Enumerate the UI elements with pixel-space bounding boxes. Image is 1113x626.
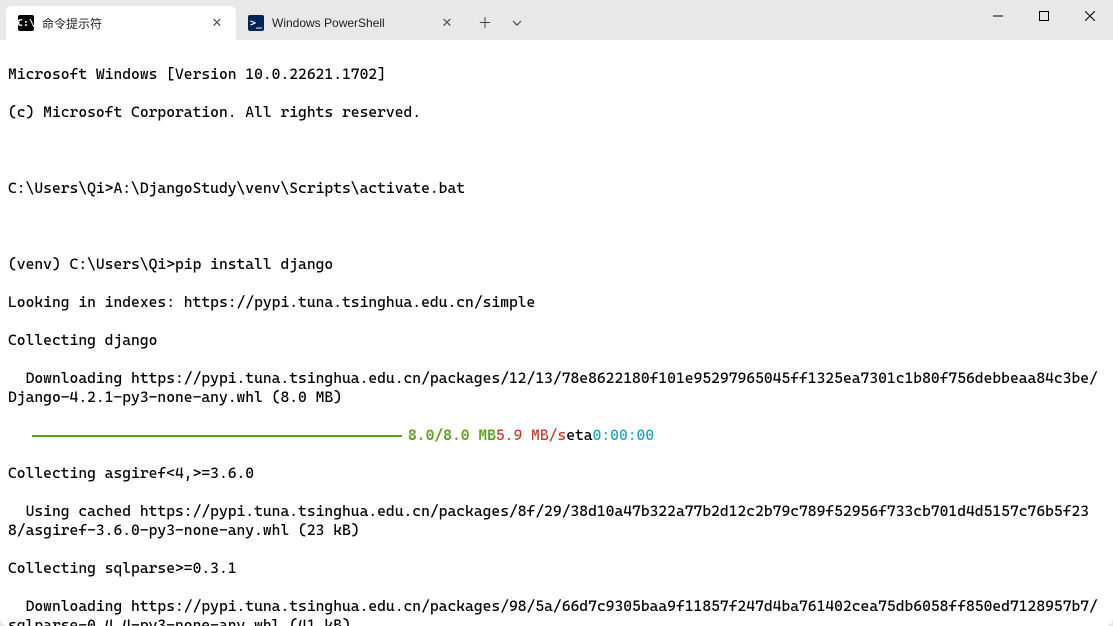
window-controls <box>975 0 1113 32</box>
output-line: Using cached https://pypi.tuna.tsinghua.… <box>8 502 1105 540</box>
tab-title: Windows PowerShell <box>272 16 430 30</box>
close-tab-icon[interactable]: ✕ <box>208 14 226 32</box>
titlebar: C:\ 命令提示符 ✕ >_ Windows PowerShell ✕ ＋ <box>0 0 1113 40</box>
new-tab-button[interactable]: ＋ <box>470 9 500 37</box>
output-line: Downloading https://pypi.tuna.tsinghua.e… <box>8 597 1105 626</box>
close-window-button[interactable] <box>1067 0 1113 32</box>
tab-cmd[interactable]: C:\ 命令提示符 ✕ <box>6 6 236 40</box>
output-line: Collecting django <box>8 331 1105 350</box>
output-line: Downloading https://pypi.tuna.tsinghua.e… <box>8 369 1105 407</box>
tab-strip: C:\ 命令提示符 ✕ >_ Windows PowerShell ✕ ＋ <box>6 0 532 40</box>
new-tab-group: ＋ <box>470 6 532 40</box>
progress-size: 8.0/8.0 MB <box>408 426 496 445</box>
terminal-output[interactable]: Microsoft Windows [Version 10.0.22621.17… <box>0 40 1113 626</box>
prompt-line: C:\Users\Qi>A:\DjangoStudy\venv\Scripts\… <box>8 179 1105 198</box>
progress-speed: 5.9 MB/s <box>496 426 566 445</box>
tab-dropdown-button[interactable] <box>502 9 532 37</box>
cmd-icon: C:\ <box>18 15 34 31</box>
output-line: Collecting asgiref<4,>=3.6.0 <box>8 464 1105 483</box>
tab-powershell[interactable]: >_ Windows PowerShell ✕ <box>236 6 466 40</box>
os-version: Microsoft Windows [Version 10.0.22621.17… <box>8 65 1105 84</box>
close-tab-icon[interactable]: ✕ <box>438 14 456 32</box>
minimize-button[interactable] <box>975 0 1021 32</box>
progress-bar <box>32 435 402 437</box>
maximize-button[interactable] <box>1021 0 1067 32</box>
eta-label: eta <box>566 426 592 445</box>
progress-row: 8.0/8.0 MB 5.9 MB/s eta 0:00:00 <box>8 426 1105 445</box>
output-line: Looking in indexes: https://pypi.tuna.ts… <box>8 293 1105 312</box>
tab-title: 命令提示符 <box>42 15 200 32</box>
progress-eta: 0:00:00 <box>593 426 655 445</box>
prompt-line: (venv) C:\Users\Qi>pip install django <box>8 255 1105 274</box>
powershell-icon: >_ <box>248 15 264 31</box>
output-line: Collecting sqlparse>=0.3.1 <box>8 559 1105 578</box>
copyright: (c) Microsoft Corporation. All rights re… <box>8 103 1105 122</box>
